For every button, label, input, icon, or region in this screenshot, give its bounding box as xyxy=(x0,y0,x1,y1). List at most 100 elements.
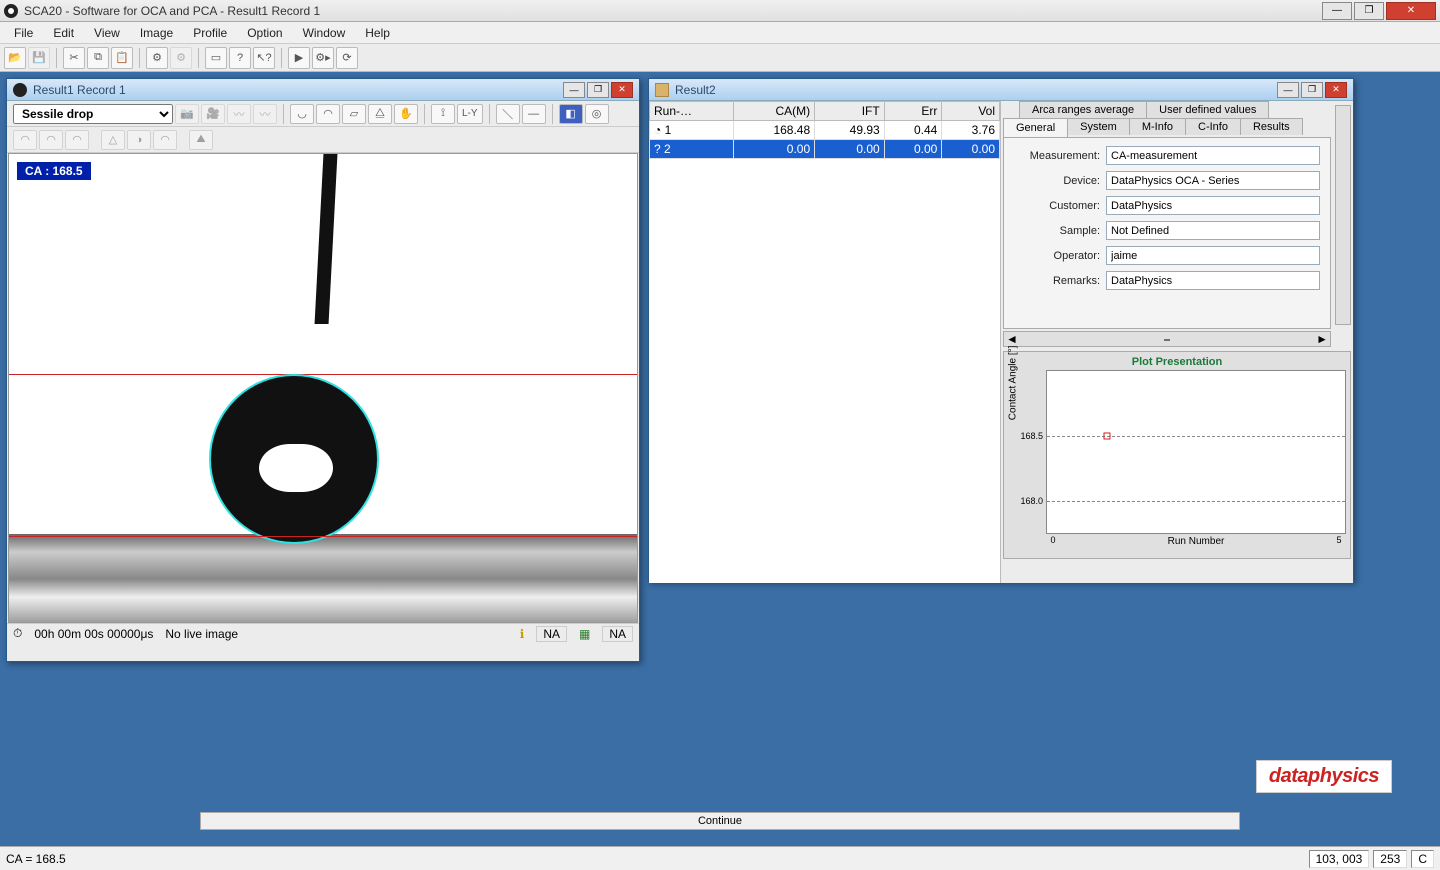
tab-user[interactable]: User defined values xyxy=(1146,101,1269,118)
save-icon[interactable]: 💾 xyxy=(28,47,50,69)
tab-results[interactable]: Results xyxy=(1240,118,1303,135)
col-vol[interactable]: Vol xyxy=(942,102,1000,121)
plot-ylabel: Contact Angle [°] xyxy=(1008,346,1019,421)
input-remarks[interactable] xyxy=(1106,271,1320,290)
baseline-top xyxy=(9,374,637,375)
line-icon[interactable]: ＼ xyxy=(496,104,520,124)
pointer-help-icon[interactable]: ↖? xyxy=(253,47,275,69)
hand-icon[interactable]: ✋ xyxy=(394,104,418,124)
label-sample: Sample: xyxy=(1014,225,1100,237)
arc-icon[interactable]: ◡ xyxy=(290,104,314,124)
landscape-icon[interactable]: ⛰ xyxy=(189,130,213,150)
arc3-icon[interactable]: ▱ xyxy=(342,104,366,124)
brush-icon[interactable]: 〰 xyxy=(227,104,251,124)
tri-c-icon[interactable]: ◠ xyxy=(153,130,177,150)
substrate-surface xyxy=(9,534,637,623)
arc2-icon[interactable]: ◠ xyxy=(316,104,340,124)
open-icon[interactable]: 📂 xyxy=(4,47,26,69)
vertical-scrollbar[interactable] xyxy=(1335,105,1351,325)
col-cam[interactable]: CA(M) xyxy=(733,102,814,121)
ly-button[interactable]: L-Y xyxy=(457,104,483,124)
brush2-icon[interactable]: 〰 xyxy=(253,104,277,124)
camera-icon[interactable]: 📷 xyxy=(175,104,199,124)
arc-b-icon[interactable]: ◠ xyxy=(39,130,63,150)
status-zoom: 253 xyxy=(1373,850,1407,868)
status-na2: NA xyxy=(602,626,633,642)
minimize-button[interactable]: — xyxy=(1322,2,1352,20)
tri-b-icon[interactable]: ◑ xyxy=(127,130,151,150)
target-icon[interactable]: ◎ xyxy=(585,104,609,124)
scroll-right-icon[interactable]: ► xyxy=(1316,332,1328,346)
input-customer[interactable] xyxy=(1106,196,1320,215)
result1-maximize-button[interactable]: ❐ xyxy=(587,82,609,98)
result1-titlebar[interactable]: Result1 Record 1 — ❐ ✕ xyxy=(7,79,639,101)
menu-edit[interactable]: Edit xyxy=(43,24,84,42)
tab-minfo[interactable]: M-Info xyxy=(1129,118,1186,135)
results-table-area[interactable]: Run-… CA(M) IFT Err Vol ◔ 1168.4849.930.… xyxy=(649,101,1001,583)
clock-icon: ⏱ xyxy=(13,626,22,641)
horizontal-scrollbar[interactable]: ◄ ⎯ ► xyxy=(1003,331,1331,347)
col-run[interactable]: Run-… xyxy=(650,102,734,121)
menu-help[interactable]: Help xyxy=(355,24,400,42)
input-measurement[interactable] xyxy=(1106,146,1320,165)
arc-a-icon[interactable]: ◠ xyxy=(13,130,37,150)
continue-button[interactable]: Continue xyxy=(200,812,1240,830)
result1-statusbar: ⏱ 00h 00m 00s 00000μs No live image ℹ NA… xyxy=(7,623,639,643)
ruler-icon[interactable]: ⟟ xyxy=(431,104,455,124)
drop-silhouette xyxy=(209,374,379,544)
drop-mode-select[interactable]: Sessile drop xyxy=(13,104,173,124)
table-row[interactable]: ◔ 1168.4849.930.443.76 xyxy=(650,121,1000,140)
tab-arca[interactable]: Arca ranges average xyxy=(1019,101,1147,118)
menu-option[interactable]: Option xyxy=(237,24,292,42)
close-button[interactable]: ✕ xyxy=(1386,2,1436,20)
menu-window[interactable]: Window xyxy=(293,24,356,42)
menu-profile[interactable]: Profile xyxy=(183,24,237,42)
mdi-workspace: Result1 Record 1 — ❐ ✕ Sessile drop 📷 🎥 … xyxy=(0,72,1440,792)
tri-a-icon[interactable]: △ xyxy=(101,130,125,150)
menu-file[interactable]: File xyxy=(4,24,43,42)
refresh-icon[interactable]: ⟳ xyxy=(336,47,358,69)
chip-icon: ▦ xyxy=(579,627,590,641)
maximize-button[interactable]: ❐ xyxy=(1354,2,1384,20)
input-sample[interactable] xyxy=(1106,221,1320,240)
table-row[interactable]: ? 20.000.000.000.00 xyxy=(650,140,1000,159)
plot-canvas[interactable]: Contact Angle [°] 168.5 168.0 0 5 xyxy=(1046,370,1346,534)
package-icon xyxy=(655,83,669,97)
settings-icon[interactable]: ⚙▸ xyxy=(312,47,334,69)
result1-title: Result1 Record 1 xyxy=(33,83,563,97)
image-view[interactable]: CA : 168.5 xyxy=(8,153,638,623)
paste-icon[interactable]: 📋 xyxy=(111,47,133,69)
arc-c-icon[interactable]: ◠ xyxy=(65,130,89,150)
capture-icon[interactable]: 🎥 xyxy=(201,104,225,124)
cell-err: 0.00 xyxy=(884,140,942,159)
tab-general[interactable]: General xyxy=(1003,118,1068,137)
gear-icon[interactable]: ⚙ xyxy=(146,47,168,69)
input-device[interactable] xyxy=(1106,171,1320,190)
scroll-left-icon[interactable]: ◄ xyxy=(1006,332,1018,346)
result2-minimize-button[interactable]: — xyxy=(1277,82,1299,98)
shape-icon[interactable]: ◧ xyxy=(559,104,583,124)
input-operator[interactable] xyxy=(1106,246,1320,265)
menu-view[interactable]: View xyxy=(84,24,130,42)
doc-icon[interactable]: ▭ xyxy=(205,47,227,69)
result2-titlebar[interactable]: Result2 — ❐ ✕ xyxy=(649,79,1353,101)
result1-close-button[interactable]: ✕ xyxy=(611,82,633,98)
flash-icon[interactable]: ⧋ xyxy=(368,104,392,124)
gear2-icon[interactable]: ⚙ xyxy=(170,47,192,69)
col-err[interactable]: Err xyxy=(884,102,942,121)
help-icon[interactable]: ? xyxy=(229,47,251,69)
tab-cinfo[interactable]: C-Info xyxy=(1185,118,1241,135)
ca-badge: CA : 168.5 xyxy=(17,162,91,180)
hline-icon[interactable]: — xyxy=(522,104,546,124)
run-icon[interactable]: ▶ xyxy=(288,47,310,69)
cell-cam: 0.00 xyxy=(733,140,814,159)
result2-close-button[interactable]: ✕ xyxy=(1325,82,1347,98)
result1-minimize-button[interactable]: — xyxy=(563,82,585,98)
menu-image[interactable]: Image xyxy=(130,24,183,42)
result2-maximize-button[interactable]: ❐ xyxy=(1301,82,1323,98)
scroll-thumb[interactable]: ⎯ xyxy=(1164,332,1170,347)
cut-icon[interactable]: ✂ xyxy=(63,47,85,69)
col-ift[interactable]: IFT xyxy=(815,102,885,121)
tab-system[interactable]: System xyxy=(1067,118,1130,135)
copy-icon[interactable]: ⧉ xyxy=(87,47,109,69)
